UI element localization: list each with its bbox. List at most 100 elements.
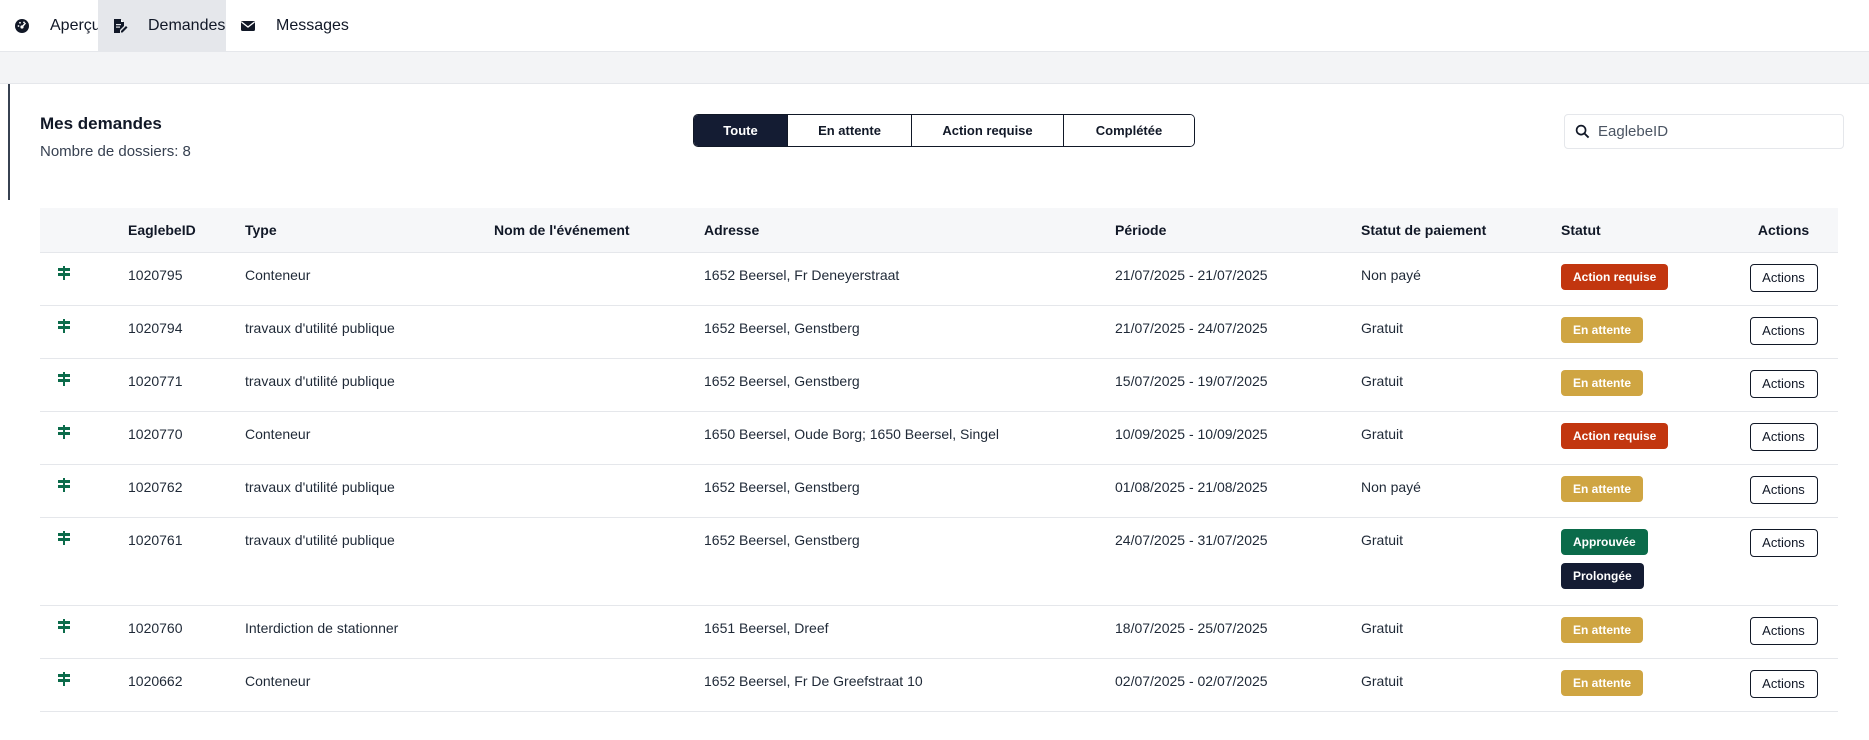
cell-type: travaux d'utilité publique xyxy=(245,464,494,518)
tab-demandes[interactable]: Demandes xyxy=(98,0,226,51)
row-icon-cell xyxy=(40,605,128,659)
cell-payment: Non payé xyxy=(1361,252,1561,306)
cell-status: En attente xyxy=(1561,605,1729,659)
cell-period: 01/08/2025 - 21/08/2025 xyxy=(1115,464,1361,518)
status-badge: Action requise xyxy=(1561,422,1669,449)
envelope-icon xyxy=(240,17,256,35)
table-row: 1020770 Conteneur 1650 Beersel, Oude Borg;… xyxy=(40,411,1838,465)
cell-id: 1020762 xyxy=(128,464,245,518)
cell-address: 1651 Beersel, Dreef xyxy=(704,605,1115,659)
table-row: 1020762 travaux d'utilité publique 1652 Be… xyxy=(40,464,1838,518)
status-badge: En attente xyxy=(1561,616,1644,643)
status-filter-group: Toute En attente Action requise Complété… xyxy=(693,114,1195,147)
cell-payment: Gratuit xyxy=(1361,517,1561,606)
cell-type: travaux d'utilité publique xyxy=(245,358,494,412)
tab-apercu-label: Aperçu xyxy=(50,16,101,34)
cell-payment: Gratuit xyxy=(1361,305,1561,359)
cell-actions: Actions xyxy=(1729,605,1838,659)
cell-period: 18/07/2025 - 25/07/2025 xyxy=(1115,605,1361,659)
filter-all-button[interactable]: Toute xyxy=(694,115,788,146)
record-count: Nombre de dossiers: 8 xyxy=(40,143,191,160)
table-row: 1020771 travaux d'utilité publique 1652 Be… xyxy=(40,358,1838,412)
dashboard-icon xyxy=(14,17,30,35)
actions-button[interactable]: Actions xyxy=(1749,669,1818,698)
status-badges: En attente xyxy=(1561,669,1729,696)
table-row: 1020795 Conteneur 1652 Beersel, Fr Deneyer… xyxy=(40,252,1838,306)
cell-event xyxy=(494,517,704,606)
cell-period: 24/07/2025 - 31/07/2025 xyxy=(1115,517,1361,606)
status-badges: En attente xyxy=(1561,316,1729,343)
cell-actions: Actions xyxy=(1729,411,1838,465)
cell-address: 1652 Beersel, Genstberg xyxy=(704,517,1115,606)
status-badge: Action requise xyxy=(1561,263,1669,290)
tab-apercu[interactable]: Aperçu xyxy=(0,0,101,51)
filter-completed-button[interactable]: Complétée xyxy=(1064,115,1194,146)
cell-address: 1652 Beersel, Genstberg xyxy=(704,358,1115,412)
col-header-period: Période xyxy=(1115,208,1361,253)
panel-header: Mes demandes Nombre de dossiers: 8 Toute… xyxy=(40,84,1844,208)
col-header-type: Type xyxy=(245,208,494,253)
col-header-icon xyxy=(40,208,128,253)
requests-table: EaglebeID Type Nom de l'événement Adress… xyxy=(40,208,1838,712)
col-header-event: Nom de l'événement xyxy=(494,208,704,253)
row-icon-cell xyxy=(40,464,128,518)
signpost-icon xyxy=(58,618,70,633)
cell-status: En attente xyxy=(1561,358,1729,412)
edit-document-icon xyxy=(112,17,128,35)
actions-button[interactable]: Actions xyxy=(1749,263,1818,292)
signpost-icon xyxy=(58,318,70,333)
cell-status: Approuvée Prolongée xyxy=(1561,517,1729,606)
status-badge: En attente xyxy=(1561,669,1644,696)
search-icon xyxy=(1575,124,1590,139)
signpost-icon xyxy=(58,424,70,439)
table-header-row: EaglebeID Type Nom de l'événement Adress… xyxy=(40,208,1838,253)
status-badge: En attente xyxy=(1561,475,1644,502)
cell-payment: Gratuit xyxy=(1361,358,1561,412)
col-header-payment: Statut de paiement xyxy=(1361,208,1561,253)
table-row: 1020794 travaux d'utilité publique 1652 Be… xyxy=(40,305,1838,359)
cell-event xyxy=(494,464,704,518)
actions-button[interactable]: Actions xyxy=(1749,528,1818,557)
actions-button[interactable]: Actions xyxy=(1749,369,1818,398)
status-badges: En attente xyxy=(1561,475,1729,502)
cell-actions: Actions xyxy=(1729,464,1838,518)
signpost-icon xyxy=(58,477,70,492)
cell-event xyxy=(494,358,704,412)
cell-id: 1020761 xyxy=(128,517,245,606)
signpost-icon xyxy=(58,530,70,545)
cell-type: travaux d'utilité publique xyxy=(245,517,494,606)
search-input[interactable] xyxy=(1598,123,1828,140)
status-badges: Action requise xyxy=(1561,422,1729,449)
col-header-address: Adresse xyxy=(704,208,1115,253)
filter-pending-button[interactable]: En attente xyxy=(788,115,912,146)
tab-messages[interactable]: Messages xyxy=(226,0,350,51)
cell-status: En attente xyxy=(1561,464,1729,518)
cell-type: Conteneur xyxy=(245,411,494,465)
cell-address: 1652 Beersel, Fr De Greefstraat 10 xyxy=(704,658,1115,712)
col-header-actions: Actions xyxy=(1729,208,1838,253)
tab-demandes-label: Demandes xyxy=(148,16,226,34)
cell-address: 1652 Beersel, Genstberg xyxy=(704,464,1115,518)
status-badge: En attente xyxy=(1561,316,1644,343)
cell-address: 1652 Beersel, Fr Deneyerstraat xyxy=(704,252,1115,306)
row-icon-cell xyxy=(40,305,128,359)
cell-id: 1020795 xyxy=(128,252,245,306)
status-badges: En attente xyxy=(1561,616,1729,643)
top-navigation: Aperçu Demandes Messages xyxy=(0,0,1869,52)
cell-id: 1020770 xyxy=(128,411,245,465)
actions-button[interactable]: Actions xyxy=(1749,616,1818,645)
cell-address: 1650 Beersel, Oude Borg; 1650 Beersel, S… xyxy=(704,411,1115,465)
filter-action-required-button[interactable]: Action requise xyxy=(912,115,1064,146)
row-icon-cell xyxy=(40,252,128,306)
signpost-icon xyxy=(58,671,70,686)
cell-type: travaux d'utilité publique xyxy=(245,305,494,359)
cell-type: Interdiction de stationner xyxy=(245,605,494,659)
actions-button[interactable]: Actions xyxy=(1749,475,1818,504)
actions-button[interactable]: Actions xyxy=(1749,316,1818,345)
cell-actions: Actions xyxy=(1729,658,1838,712)
table-row: 1020760 Interdiction de stationner 1651 Be… xyxy=(40,605,1838,659)
status-badge: Approuvée xyxy=(1561,528,1648,555)
cell-actions: Actions xyxy=(1729,305,1838,359)
actions-button[interactable]: Actions xyxy=(1749,422,1818,451)
status-badges: En attente xyxy=(1561,369,1729,396)
